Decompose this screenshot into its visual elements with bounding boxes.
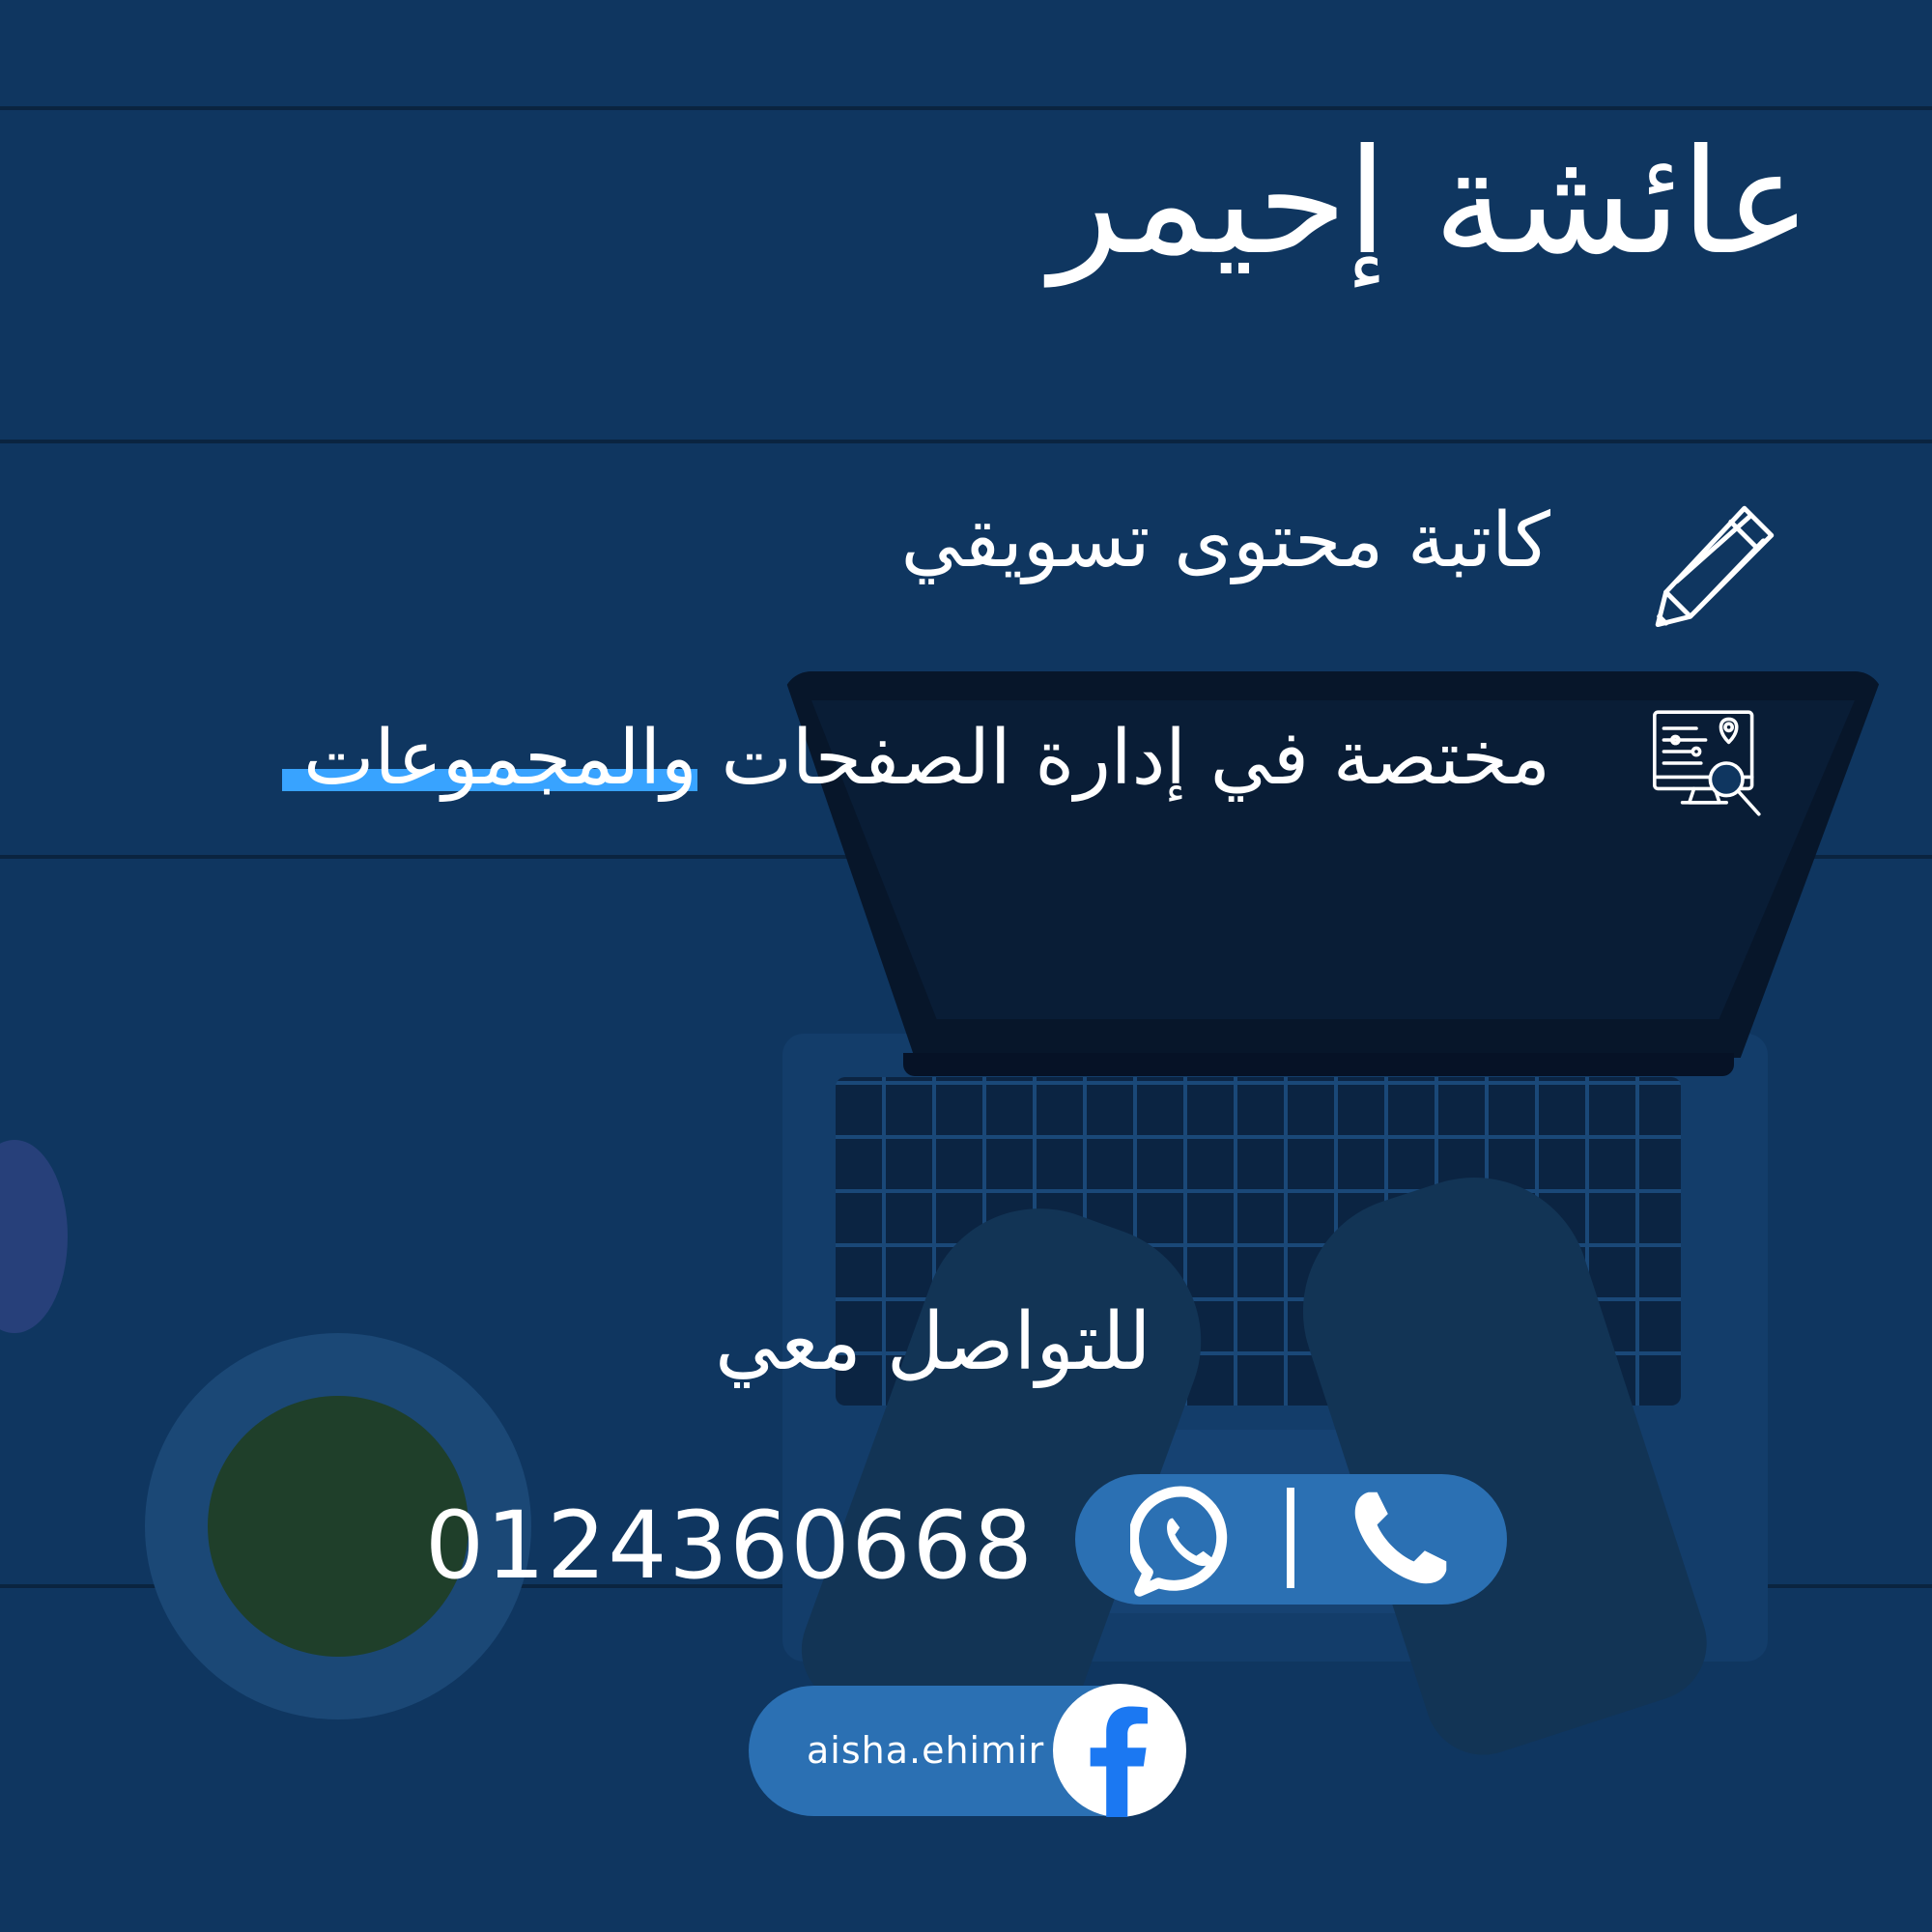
service-item: مختصة في إدارة الصفحات والمجموعات bbox=[282, 705, 1550, 811]
whatsapp-icon[interactable] bbox=[1130, 1483, 1248, 1601]
flower-decoration bbox=[0, 1140, 68, 1333]
pencil-icon bbox=[1655, 505, 1775, 628]
laptop-hinge bbox=[903, 1053, 1734, 1076]
phone-number[interactable]: 0124360668 bbox=[425, 1488, 1035, 1604]
business-card: عائشة إحيمر كاتبة محتوى تسويقي مختصة في … bbox=[0, 0, 1932, 1932]
phone-icon[interactable] bbox=[1345, 1486, 1453, 1594]
person-name: عائشة إحيمر bbox=[1049, 119, 1811, 287]
service-label-highlight: والمجموعات bbox=[282, 715, 697, 802]
facebook-icon[interactable] bbox=[1053, 1684, 1186, 1817]
service-label: مختصة في إدارة الصفحات bbox=[696, 715, 1550, 802]
wood-plank-line bbox=[0, 440, 1932, 443]
pill-divider bbox=[1287, 1488, 1294, 1588]
service-item: كاتبة محتوى تسويقي bbox=[901, 488, 1550, 594]
service-label: كاتبة محتوى تسويقي bbox=[900, 497, 1550, 584]
contact-heading: للتواصل معي bbox=[715, 1296, 1151, 1388]
facebook-handle[interactable]: aisha.ehimir bbox=[807, 1721, 1044, 1779]
seo-monitor-icon bbox=[1653, 710, 1761, 816]
